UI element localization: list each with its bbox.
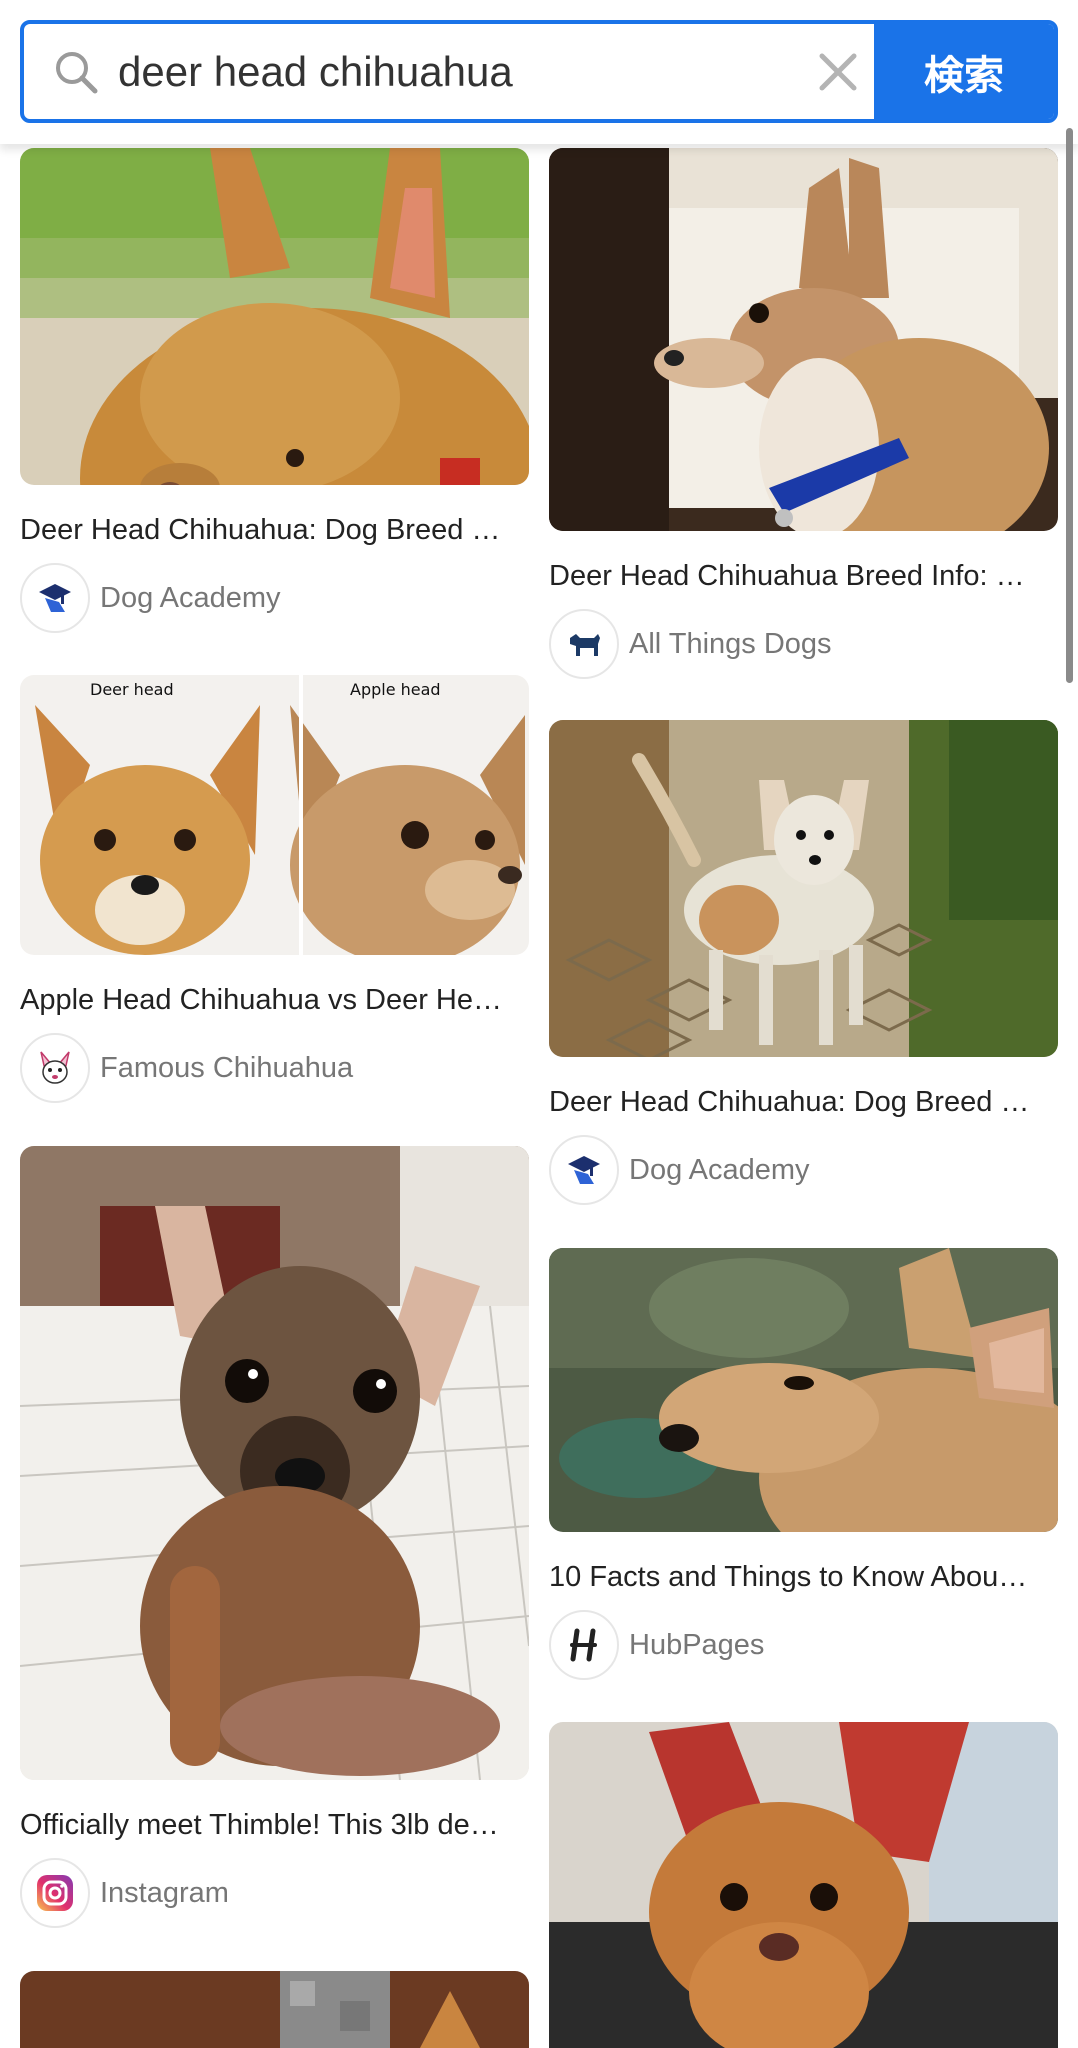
source-name: HubPages xyxy=(629,1628,765,1661)
image-label-deer-head: Deer head xyxy=(90,680,174,699)
search-icon xyxy=(56,52,98,94)
scrollbar[interactable] xyxy=(1066,128,1073,683)
source-name: Dog Academy xyxy=(629,1153,810,1186)
result-title[interactable]: Deer Head Chihuahua: Dog Breed … xyxy=(549,1084,1058,1120)
result-source[interactable]: Dog Academy xyxy=(20,563,281,633)
search-bar[interactable]: 検索 xyxy=(20,20,1058,123)
result-card[interactable]: Deer Head Chihuahua: Dog Breed … Dog Aca… xyxy=(549,720,1058,1205)
result-image[interactable] xyxy=(20,1146,529,1780)
hubpages-logo-icon xyxy=(549,1610,619,1680)
result-image[interactable] xyxy=(549,1722,1058,2048)
instagram-logo-icon xyxy=(20,1858,90,1928)
chihuahua-face-icon xyxy=(20,1033,90,1103)
result-title[interactable]: Apple Head Chihuahua vs Deer He… xyxy=(20,982,529,1018)
result-title[interactable]: Deer Head Chihuahua Breed Info: … xyxy=(549,558,1058,594)
result-source[interactable]: Dog Academy xyxy=(549,1135,810,1205)
result-source[interactable]: All Things Dogs xyxy=(549,609,832,679)
result-source[interactable]: Instagram xyxy=(20,1858,229,1928)
result-card[interactable] xyxy=(20,1971,529,2048)
source-name: Famous Chihuahua xyxy=(100,1051,354,1084)
search-input[interactable] xyxy=(118,24,798,119)
source-name: All Things Dogs xyxy=(629,627,832,660)
result-card[interactable]: Officially meet Thimble! This 3lb de… In… xyxy=(20,1146,529,1928)
dog-silhouette-icon xyxy=(549,609,619,679)
result-card[interactable]: Deer Head Chihuahua Breed Info: … All Th… xyxy=(549,148,1058,679)
result-card[interactable] xyxy=(549,1722,1058,2048)
source-name: Instagram xyxy=(100,1876,229,1909)
result-image[interactable] xyxy=(549,1248,1058,1532)
source-name: Dog Academy xyxy=(100,581,281,614)
result-image[interactable] xyxy=(549,148,1058,531)
result-image[interactable]: Deer head Apple head xyxy=(20,675,529,955)
clear-icon[interactable] xyxy=(814,48,862,96)
result-source[interactable]: Famous Chihuahua xyxy=(20,1033,353,1103)
result-card[interactable]: Deer head Apple head Apple Head Chihuahu… xyxy=(20,675,529,1103)
result-image[interactable] xyxy=(20,148,529,485)
result-image[interactable] xyxy=(20,1971,529,2048)
result-card[interactable]: 10 Facts and Things to Know Abou… HubPag… xyxy=(549,1248,1058,1680)
result-title[interactable]: Deer Head Chihuahua: Dog Breed … xyxy=(20,512,529,548)
result-image[interactable] xyxy=(549,720,1058,1057)
search-button[interactable]: 検索 xyxy=(874,24,1054,119)
result-title[interactable]: Officially meet Thimble! This 3lb de… xyxy=(20,1807,529,1843)
graduation-dog-icon xyxy=(549,1135,619,1205)
result-title[interactable]: 10 Facts and Things to Know Abou… xyxy=(549,1559,1058,1595)
result-source[interactable]: HubPages xyxy=(549,1610,764,1680)
search-header: 検索 xyxy=(0,0,1078,144)
graduation-dog-icon xyxy=(20,563,90,633)
image-label-apple-head: Apple head xyxy=(350,680,441,699)
result-card[interactable]: Deer Head Chihuahua: Dog Breed … Dog Aca… xyxy=(20,148,529,633)
